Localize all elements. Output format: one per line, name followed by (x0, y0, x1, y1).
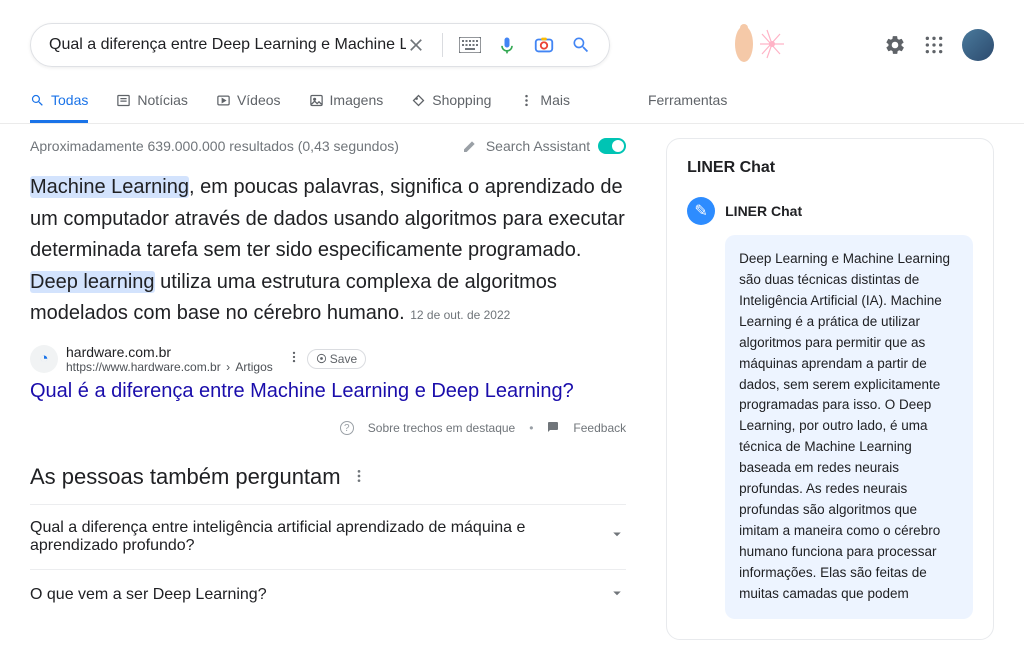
help-icon[interactable]: ? (340, 421, 354, 435)
search-assistant[interactable]: Search Assistant (462, 138, 626, 154)
assistant-label: Search Assistant (486, 138, 590, 154)
save-button[interactable]: Save (307, 349, 366, 369)
tab-label: Shopping (432, 92, 491, 108)
side-panel: LINER Chat ✎ LINER Chat Deep Learning e … (666, 138, 994, 640)
liner-logo-icon: ✎ (687, 197, 715, 225)
tab-label: Ferramentas (648, 92, 727, 108)
search-box[interactable] (30, 23, 610, 67)
paa-heading: As pessoas também perguntam (30, 464, 626, 490)
feedback-icon (547, 421, 559, 436)
more-icon[interactable] (287, 350, 301, 367)
tab-all[interactable]: Todas (30, 80, 88, 123)
avatar[interactable] (962, 29, 994, 61)
feedback-link[interactable]: Feedback (573, 421, 626, 435)
snippet-date: 12 de out. de 2022 (410, 308, 510, 322)
tab-tools[interactable]: Ferramentas (648, 80, 727, 123)
result-stats: Aproximadamente 639.000.000 resultados (… (30, 138, 399, 154)
about-snippets-link[interactable]: Sobre trechos em destaque (368, 421, 515, 435)
apps-icon[interactable] (924, 35, 944, 55)
tab-shopping[interactable]: Shopping (411, 80, 491, 123)
mic-icon[interactable] (497, 35, 517, 55)
gear-icon[interactable] (884, 34, 906, 56)
featured-snippet: Machine Learning, em poucas palavras, si… (30, 172, 626, 330)
highlight: Machine Learning (30, 176, 189, 198)
liner-message: Deep Learning e Machine Learning são dua… (725, 235, 973, 619)
liner-chat-panel: LINER Chat ✎ LINER Chat Deep Learning e … (666, 138, 994, 640)
source-url: https://www.hardware.com.br › Artigos (66, 360, 273, 374)
source-site: hardware.com.br (66, 344, 273, 360)
results-column: Aproximadamente 639.000.000 resultados (… (30, 138, 626, 640)
topbar (0, 0, 1024, 80)
doodle[interactable] (722, 20, 792, 70)
more-icon[interactable] (351, 464, 367, 490)
tab-videos[interactable]: Vídeos (216, 80, 281, 123)
camera-icon[interactable] (533, 34, 555, 56)
search-input[interactable] (49, 36, 406, 54)
favicon-icon: ◔ (30, 345, 58, 373)
liner-panel-title: LINER Chat (687, 159, 973, 177)
tab-news[interactable]: Notícias (116, 80, 188, 123)
paa-question[interactable]: O que vem a ser Deep Learning? (30, 569, 626, 621)
search-icon[interactable] (571, 35, 591, 55)
tabs-bar: Todas Notícias Vídeos Imagens Shopping M… (0, 80, 1024, 124)
divider (442, 33, 443, 57)
result-title-link[interactable]: Qual é a diferença entre Machine Learnin… (30, 380, 626, 403)
chevron-down-icon (608, 584, 626, 607)
tab-label: Mais (540, 92, 570, 108)
chevron-down-icon (608, 525, 626, 548)
tab-label: Imagens (330, 92, 384, 108)
tab-images[interactable]: Imagens (309, 80, 384, 123)
result-source: ◔ hardware.com.br https://www.hardware.c… (30, 344, 626, 374)
tab-label: Vídeos (237, 92, 281, 108)
clear-icon[interactable] (406, 35, 426, 55)
tab-more[interactable]: Mais (519, 80, 570, 123)
tab-label: Todas (51, 92, 88, 108)
keyboard-icon[interactable] (459, 37, 481, 53)
toggle-icon[interactable] (598, 138, 626, 154)
highlight: Deep learning (30, 271, 155, 293)
liner-bot-name: LINER Chat (725, 203, 802, 219)
paa-question[interactable]: Qual a diferença entre inteligência arti… (30, 504, 626, 569)
tab-label: Notícias (137, 92, 188, 108)
